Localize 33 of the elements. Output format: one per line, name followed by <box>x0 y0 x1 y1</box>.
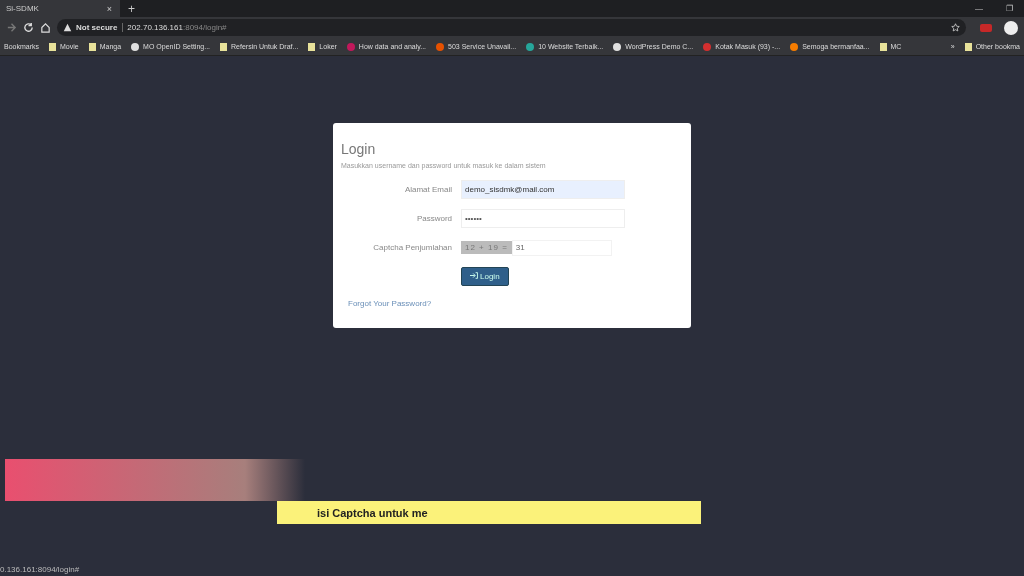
caption-text: isi Captcha untuk me <box>317 506 428 519</box>
captcha-image: 12 + 19 = <box>461 241 512 254</box>
sign-in-icon <box>470 272 478 279</box>
home-icon[interactable] <box>40 22 51 33</box>
field-label: Captcha Penjumlahan <box>372 243 453 252</box>
warning-icon <box>63 23 72 32</box>
minimize-button[interactable]: — <box>964 4 994 13</box>
close-tab-button[interactable]: × <box>106 3 112 14</box>
captcha-field[interactable]: 31 <box>511 239 612 256</box>
forgot-password-link[interactable]: Forgot Your Password? <box>348 299 683 308</box>
new-tab-button[interactable]: + <box>128 1 135 16</box>
status-url: 0.136.161:8094/login# <box>0 565 80 574</box>
login-title: Login <box>341 141 377 157</box>
folder-icon <box>88 42 96 51</box>
url-text: 202.70.136.161:8094/login# <box>127 23 227 32</box>
field-label: Password <box>415 214 453 223</box>
address-bar[interactable]: Not secure 202.70.136.161:8094/login# <box>57 19 966 36</box>
email-field[interactable]: demo_sisdmk@mail.com <box>461 180 625 199</box>
avatar-icon[interactable] <box>1004 20 1018 35</box>
reload-icon[interactable] <box>23 22 34 33</box>
folder-icon <box>308 42 316 51</box>
restore-button[interactable]: ❐ <box>994 4 1024 13</box>
folder-icon <box>879 42 887 51</box>
password-field[interactable]: •••••• <box>461 209 625 228</box>
browser-tab[interactable]: Si-SDMK × <box>0 0 120 17</box>
security-label: Not secure <box>76 23 124 32</box>
folder-icon <box>220 42 228 51</box>
folder-icon <box>49 42 56 51</box>
forward-arrow-icon[interactable] <box>6 22 17 33</box>
field-label: Alamat Email <box>403 185 453 194</box>
folder-icon <box>964 42 972 51</box>
star-icon[interactable] <box>951 23 960 32</box>
login-button[interactable]: Login <box>461 267 509 286</box>
